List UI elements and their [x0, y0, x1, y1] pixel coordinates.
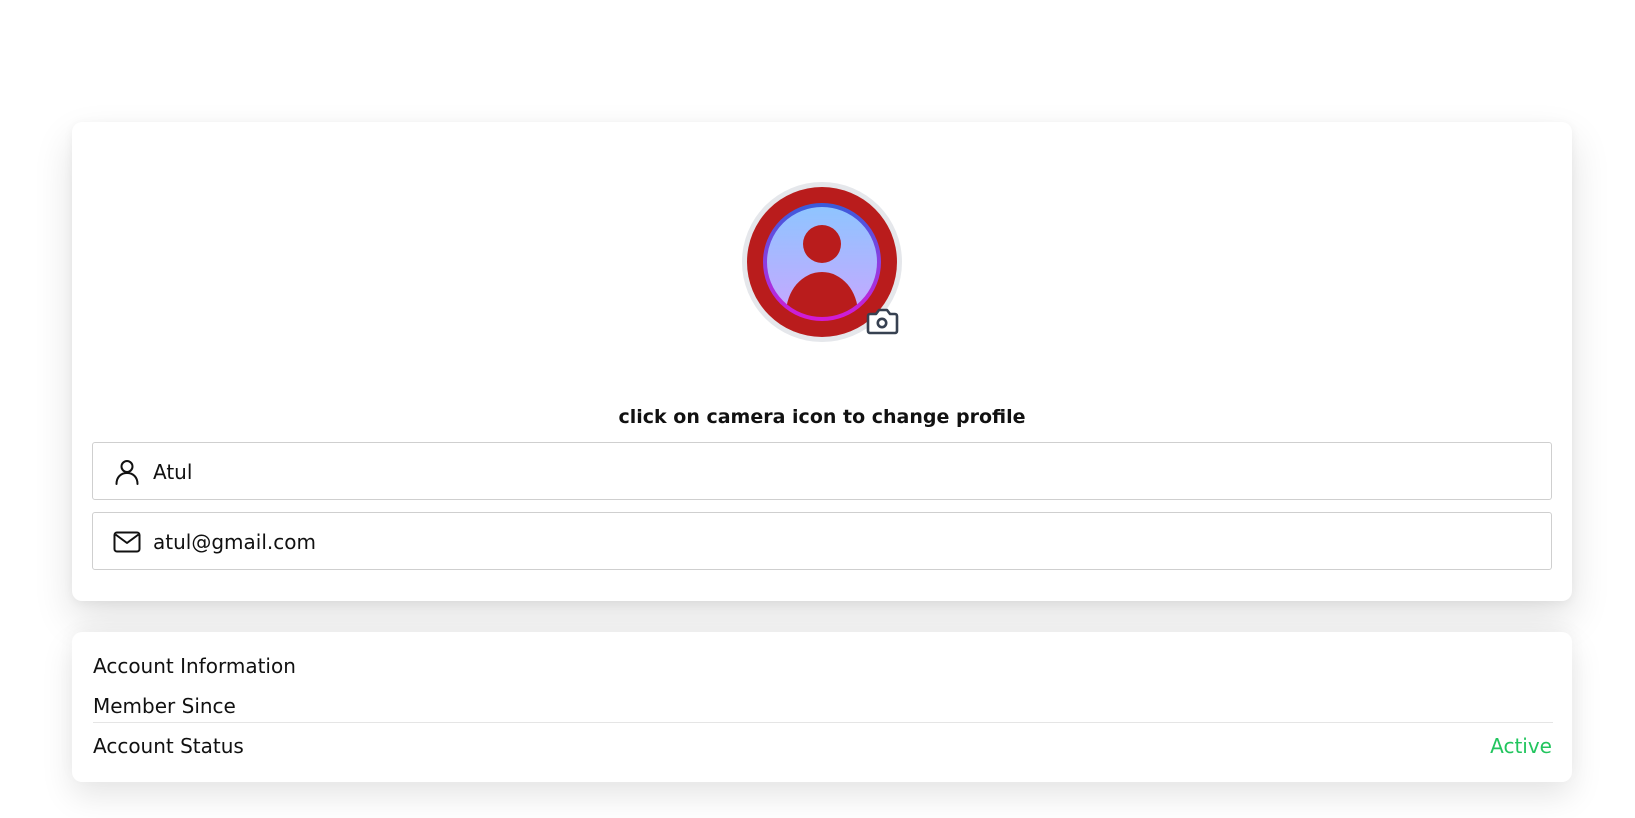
- name-value: Atul: [153, 460, 193, 484]
- mail-icon: [113, 528, 141, 556]
- camera-icon[interactable]: [864, 305, 900, 337]
- account-status-label: Account Status: [93, 734, 244, 758]
- divider: [93, 722, 1553, 723]
- account-info-title: Account Information: [93, 654, 296, 678]
- user-icon: [113, 458, 141, 486]
- account-status-value: Active: [1490, 734, 1552, 758]
- email-field[interactable]: atul@gmail.com: [92, 512, 1552, 570]
- change-profile-hint: click on camera icon to change profile: [618, 406, 1026, 428]
- account-info-card: Account Information Member Since Account…: [72, 632, 1572, 782]
- profile-card: click on camera icon to change profile A…: [72, 122, 1572, 601]
- email-value: atul@gmail.com: [153, 530, 316, 554]
- name-field[interactable]: Atul: [92, 442, 1552, 500]
- member-since-label: Member Since: [93, 694, 236, 718]
